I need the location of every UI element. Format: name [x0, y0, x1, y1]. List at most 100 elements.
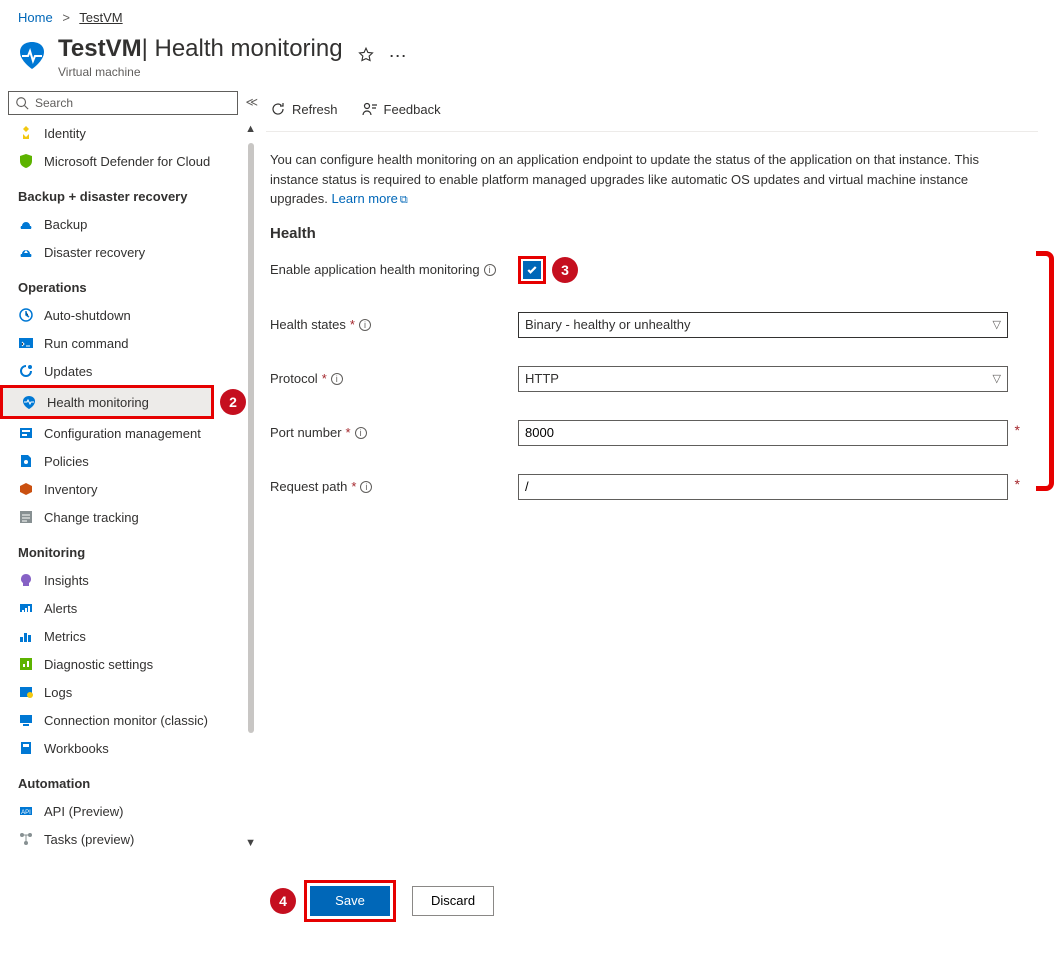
workbooks-icon: [18, 740, 34, 756]
callout-4: 4: [270, 888, 296, 914]
info-icon[interactable]: i: [355, 427, 367, 439]
protocol-select[interactable]: HTTP▽: [518, 366, 1008, 392]
sidebar-item-autoshutdown[interactable]: Auto-shutdown: [0, 301, 246, 329]
sidebar-item-defender[interactable]: Microsoft Defender for Cloud: [0, 147, 246, 175]
search-placeholder: Search: [35, 96, 73, 110]
info-icon[interactable]: i: [359, 319, 371, 331]
discard-button[interactable]: Discard: [412, 886, 494, 916]
sidebar-item-inventory[interactable]: Inventory: [0, 475, 246, 503]
sidebar-item-label: Configuration management: [44, 426, 201, 441]
sidebar-item-identity[interactable]: Identity: [0, 119, 246, 147]
page-title-section: | Health monitoring: [142, 35, 343, 63]
sidebar-highlight: Health monitoring: [0, 385, 214, 419]
health-states-select[interactable]: Binary - healthy or unhealthy▽: [518, 312, 1008, 338]
sidebar-item-workbooks[interactable]: Workbooks: [0, 734, 246, 762]
sidebar-item-backup[interactable]: Backup: [0, 210, 246, 238]
sidebar-item-label: API (Preview): [44, 804, 123, 819]
changetracking-icon: [18, 509, 34, 525]
diagnostic-icon: [18, 656, 34, 672]
save-button[interactable]: Save: [310, 886, 390, 916]
breadcrumb-home[interactable]: Home: [18, 10, 53, 25]
enable-checkbox-highlight: [518, 256, 546, 284]
sidebar-item-diagnostic[interactable]: Diagnostic settings: [0, 650, 246, 678]
sidebar-item-label: Tasks (preview): [44, 832, 134, 847]
favorite-icon[interactable]: [357, 46, 375, 69]
description-text: You can configure health monitoring on a…: [266, 132, 1026, 217]
sidebar-item-label: Alerts: [44, 601, 77, 616]
sidebar-search[interactable]: Search: [8, 91, 238, 115]
sidebar-section-title: Backup + disaster recovery: [0, 175, 246, 210]
callout-2: 2: [220, 389, 246, 415]
chevron-down-icon: ▽: [993, 318, 1001, 331]
refresh-button[interactable]: Refresh: [270, 101, 338, 117]
recovery-icon: [18, 244, 34, 260]
sidebar-section-title: Operations: [0, 266, 246, 301]
sidebar-item-config[interactable]: Configuration management: [0, 419, 246, 447]
sidebar-item-tasks[interactable]: Tasks (preview): [0, 825, 246, 853]
sidebar-item-label: Disaster recovery: [44, 245, 145, 260]
sidebar-items: ▲ ▼ IdentityMicrosoft Defender for Cloud…: [0, 119, 246, 853]
svg-text:API: API: [21, 810, 31, 816]
logs-icon: [18, 684, 34, 700]
identity-icon: [18, 125, 34, 141]
metrics-icon: [18, 628, 34, 644]
tasks-icon: [18, 831, 34, 847]
sidebar-item-label: Metrics: [44, 629, 86, 644]
path-input[interactable]: [518, 474, 1008, 500]
feedback-button[interactable]: Feedback: [362, 101, 441, 117]
required-indicator: *: [1015, 476, 1020, 492]
form-section-title: Health: [270, 225, 1034, 242]
learn-more-link[interactable]: Learn more⧉: [331, 191, 407, 206]
sidebar-item-label: Connection monitor (classic): [44, 713, 208, 728]
sidebar-item-updates[interactable]: Updates: [0, 357, 246, 385]
sidebar-item-health[interactable]: Health monitoring: [3, 388, 211, 416]
runcommand-icon: [18, 335, 34, 351]
enable-checkbox[interactable]: [523, 261, 541, 279]
sidebar-item-runcommand[interactable]: Run command: [0, 329, 246, 357]
info-icon[interactable]: i: [360, 481, 372, 493]
sidebar-item-alerts[interactable]: Alerts: [0, 594, 246, 622]
page-header: TestVM | Health monitoring Virtual machi…: [0, 31, 1058, 87]
sidebar-item-metrics[interactable]: Metrics: [0, 622, 246, 650]
info-icon[interactable]: i: [331, 373, 343, 385]
callout-3: 3: [552, 257, 578, 283]
sidebar-item-logs[interactable]: Logs: [0, 678, 246, 706]
footer: 4 Save Discard: [266, 866, 1038, 940]
page-title-main: TestVM: [58, 35, 142, 63]
breadcrumb-separator: >: [62, 10, 70, 25]
main-content: Refresh Feedback You can configure healt…: [246, 87, 1058, 940]
feedback-label: Feedback: [384, 102, 441, 117]
api-icon: API: [18, 803, 34, 819]
backup-icon: [18, 216, 34, 232]
protocol-label: Protocol * i: [270, 371, 518, 386]
defender-icon: [18, 153, 34, 169]
port-label: Port number * i: [270, 425, 518, 440]
sidebar-item-label: Workbooks: [44, 741, 109, 756]
info-icon[interactable]: i: [484, 264, 496, 276]
port-input[interactable]: [518, 420, 1008, 446]
health-icon: [21, 394, 37, 410]
sidebar-item-changetracking[interactable]: Change tracking: [0, 503, 246, 531]
sidebar-section-title: Automation: [0, 762, 246, 797]
sidebar-item-label: Diagnostic settings: [44, 657, 153, 672]
inventory-icon: [18, 481, 34, 497]
sidebar-item-connmonitor[interactable]: Connection monitor (classic): [0, 706, 246, 734]
sidebar-item-recovery[interactable]: Disaster recovery: [0, 238, 246, 266]
sidebar-item-label: Insights: [44, 573, 89, 588]
path-label: Request path * i: [270, 479, 518, 494]
sidebar: Search ≪ ▲ ▼ IdentityMicrosoft Defender …: [0, 87, 246, 940]
sidebar-item-label: Backup: [44, 217, 87, 232]
config-icon: [18, 425, 34, 441]
updates-icon: [18, 363, 34, 379]
policies-icon: [18, 453, 34, 469]
sidebar-item-policies[interactable]: Policies: [0, 447, 246, 475]
sidebar-item-insights[interactable]: Insights: [0, 566, 246, 594]
health-form: Health Enable application health monitor…: [266, 217, 1038, 536]
callout-bracket: [1036, 251, 1054, 491]
breadcrumb-current[interactable]: TestVM: [79, 10, 122, 25]
save-highlight: Save: [304, 880, 396, 922]
sidebar-item-api[interactable]: API API (Preview): [0, 797, 246, 825]
sidebar-item-label: Change tracking: [44, 510, 139, 525]
health-states-label: Health states * i: [270, 317, 518, 332]
more-icon[interactable]: ⋯: [389, 46, 407, 69]
